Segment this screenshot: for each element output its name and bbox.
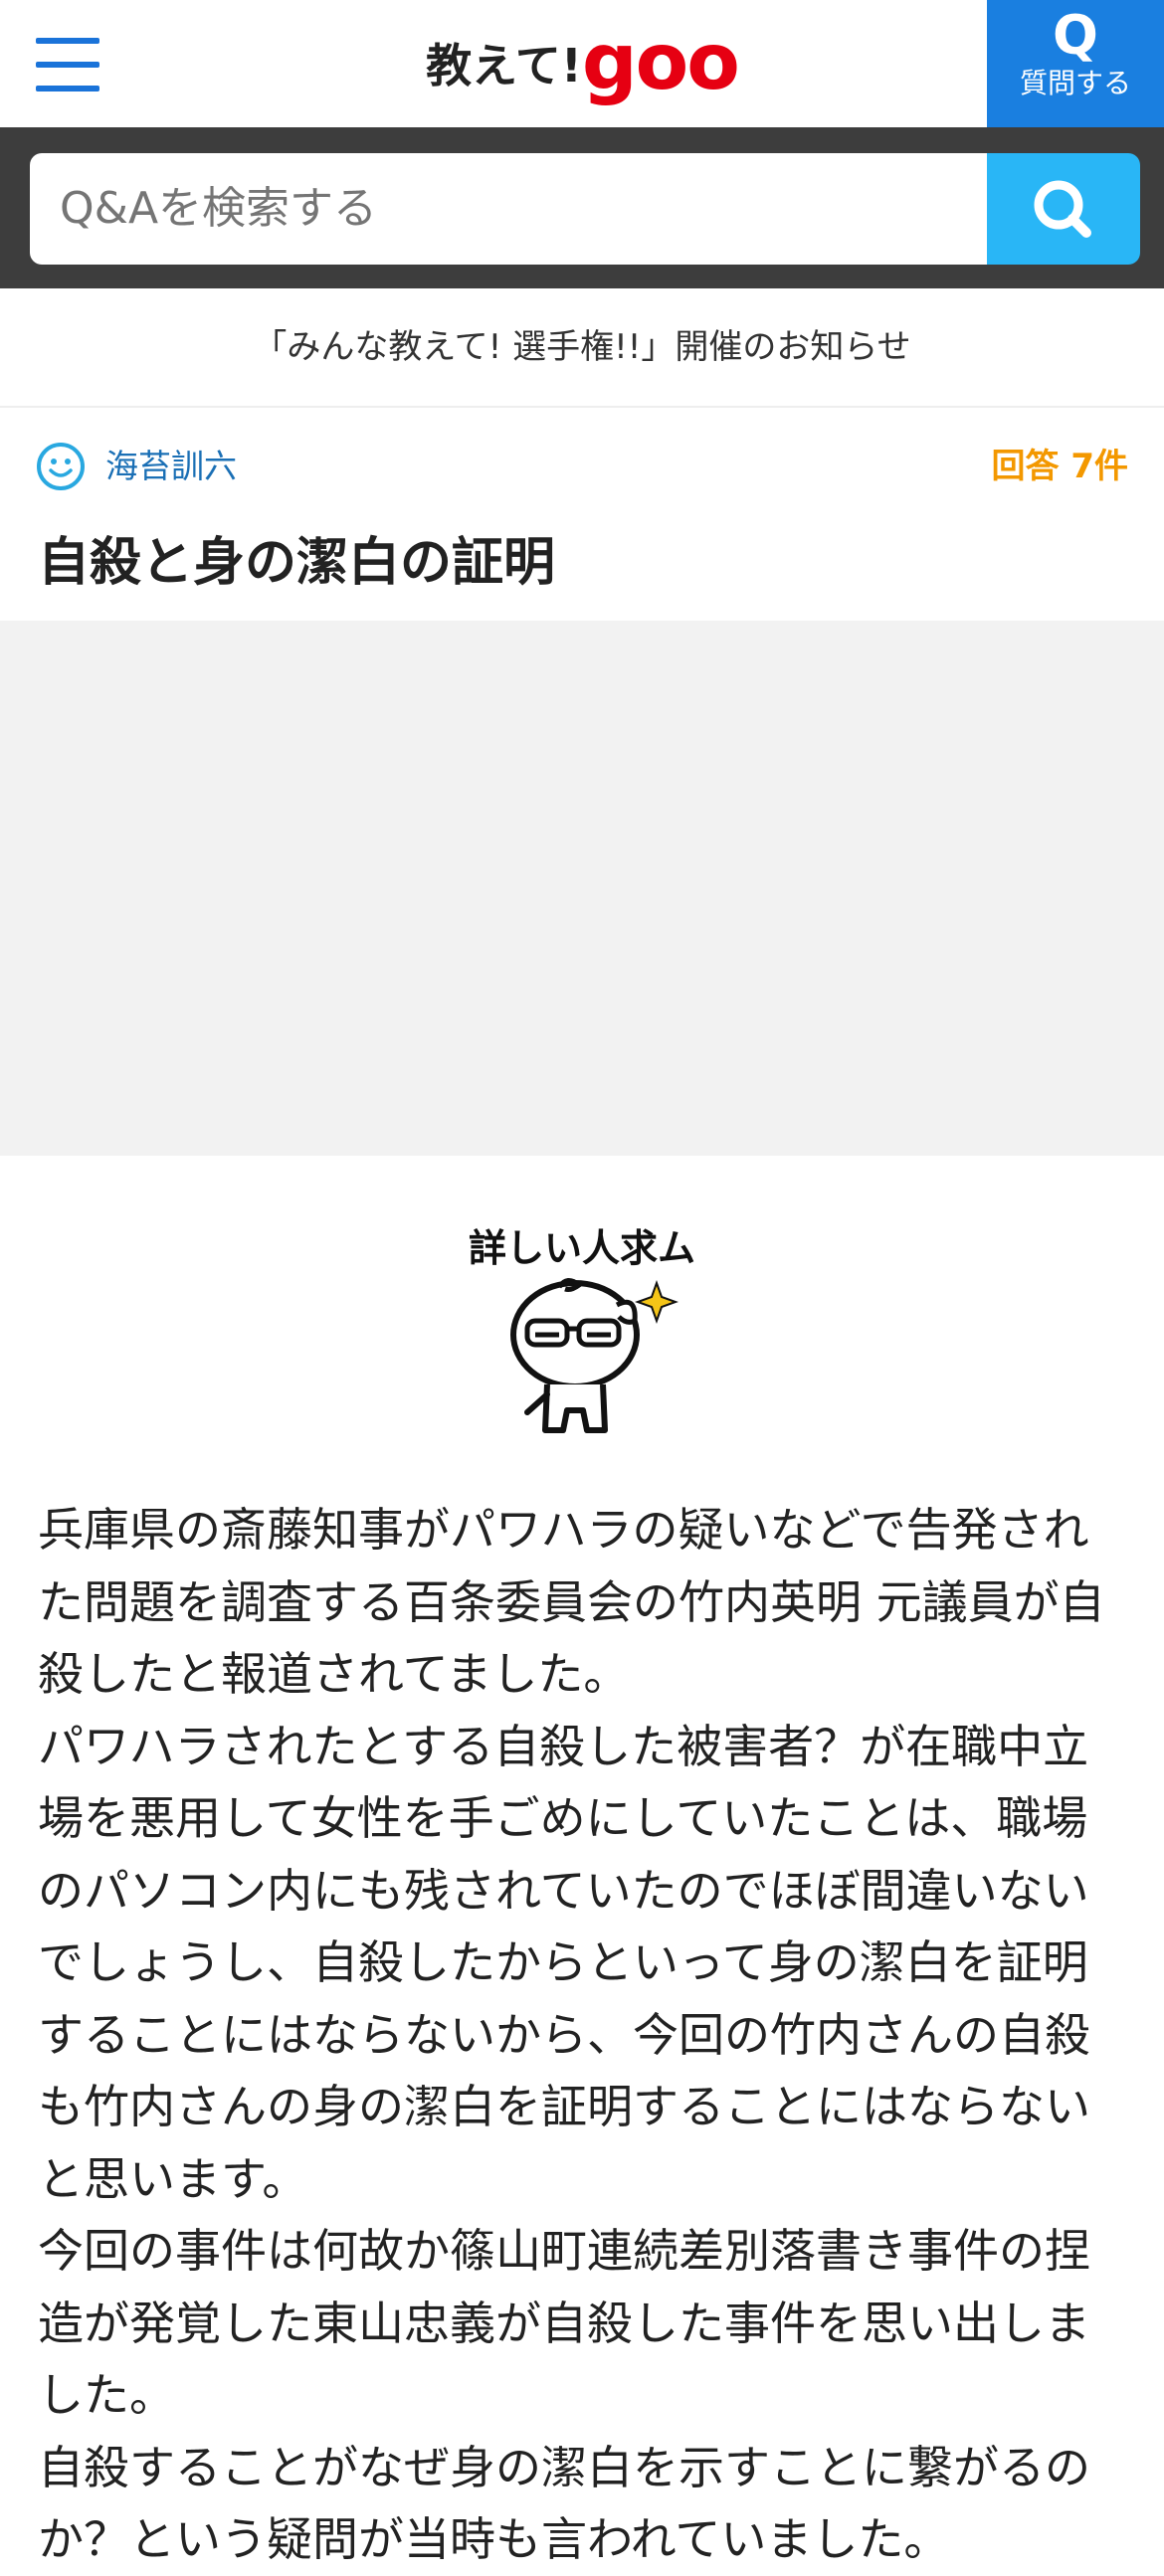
search-bar	[0, 127, 1164, 288]
answer-count-link[interactable]: 回答 7件	[992, 438, 1129, 495]
search-icon	[1034, 180, 1091, 238]
logo-text: 教えて!	[426, 39, 582, 92]
body-paragraph: パワハラされたとする自殺した被害者？が在職中立場を悪用して女性を手ごめにしていた…	[38, 1719, 1090, 2206]
search-input[interactable]	[30, 153, 987, 265]
question-body: 兵庫県の斎藤知事がパワハラの疑いなどで告発された問題を調査する百条委員会の竹内英…	[38, 1494, 1132, 2576]
ask-question-button[interactable]: Q 質問する	[987, 0, 1164, 127]
question-meta: 海苔訓六 回答 7件	[0, 438, 1164, 497]
question-title: 自殺と身の潔白の証明	[38, 533, 556, 593]
ad-placeholder	[0, 621, 1164, 1156]
author-link[interactable]: 海苔訓六	[105, 438, 237, 495]
sticker-caption: 詳しい人求ム	[469, 1226, 695, 1270]
body-paragraph: 兵庫県の斎藤知事がパワハラの疑いなどで告発された問題を調査する百条委員会の竹内英…	[38, 1503, 1105, 1701]
notice-link[interactable]: 「みんな教えて! 選手権!!」開催のお知らせ	[0, 288, 1164, 408]
question-q-icon: Q	[1053, 4, 1098, 67]
body-paragraph: 今回の事件は何故か篠山町連続差別落書き事件の捏造が発覚した東山忠義が自殺した事件…	[38, 2224, 1090, 2422]
ask-question-label: 質問する	[1019, 67, 1131, 99]
body-paragraph: 自殺することがなぜ身の潔白を示すことに繋がるのか？という疑問が当時も言われていま…	[38, 2440, 1090, 2567]
app-header: 教えて!goo Q 質問する	[0, 0, 1164, 127]
search-button[interactable]	[987, 153, 1140, 265]
smiley-avatar-icon	[37, 443, 85, 490]
sticker-image: 詳しい人求ム	[469, 1226, 695, 1433]
logo-brand: goo	[581, 18, 740, 107]
